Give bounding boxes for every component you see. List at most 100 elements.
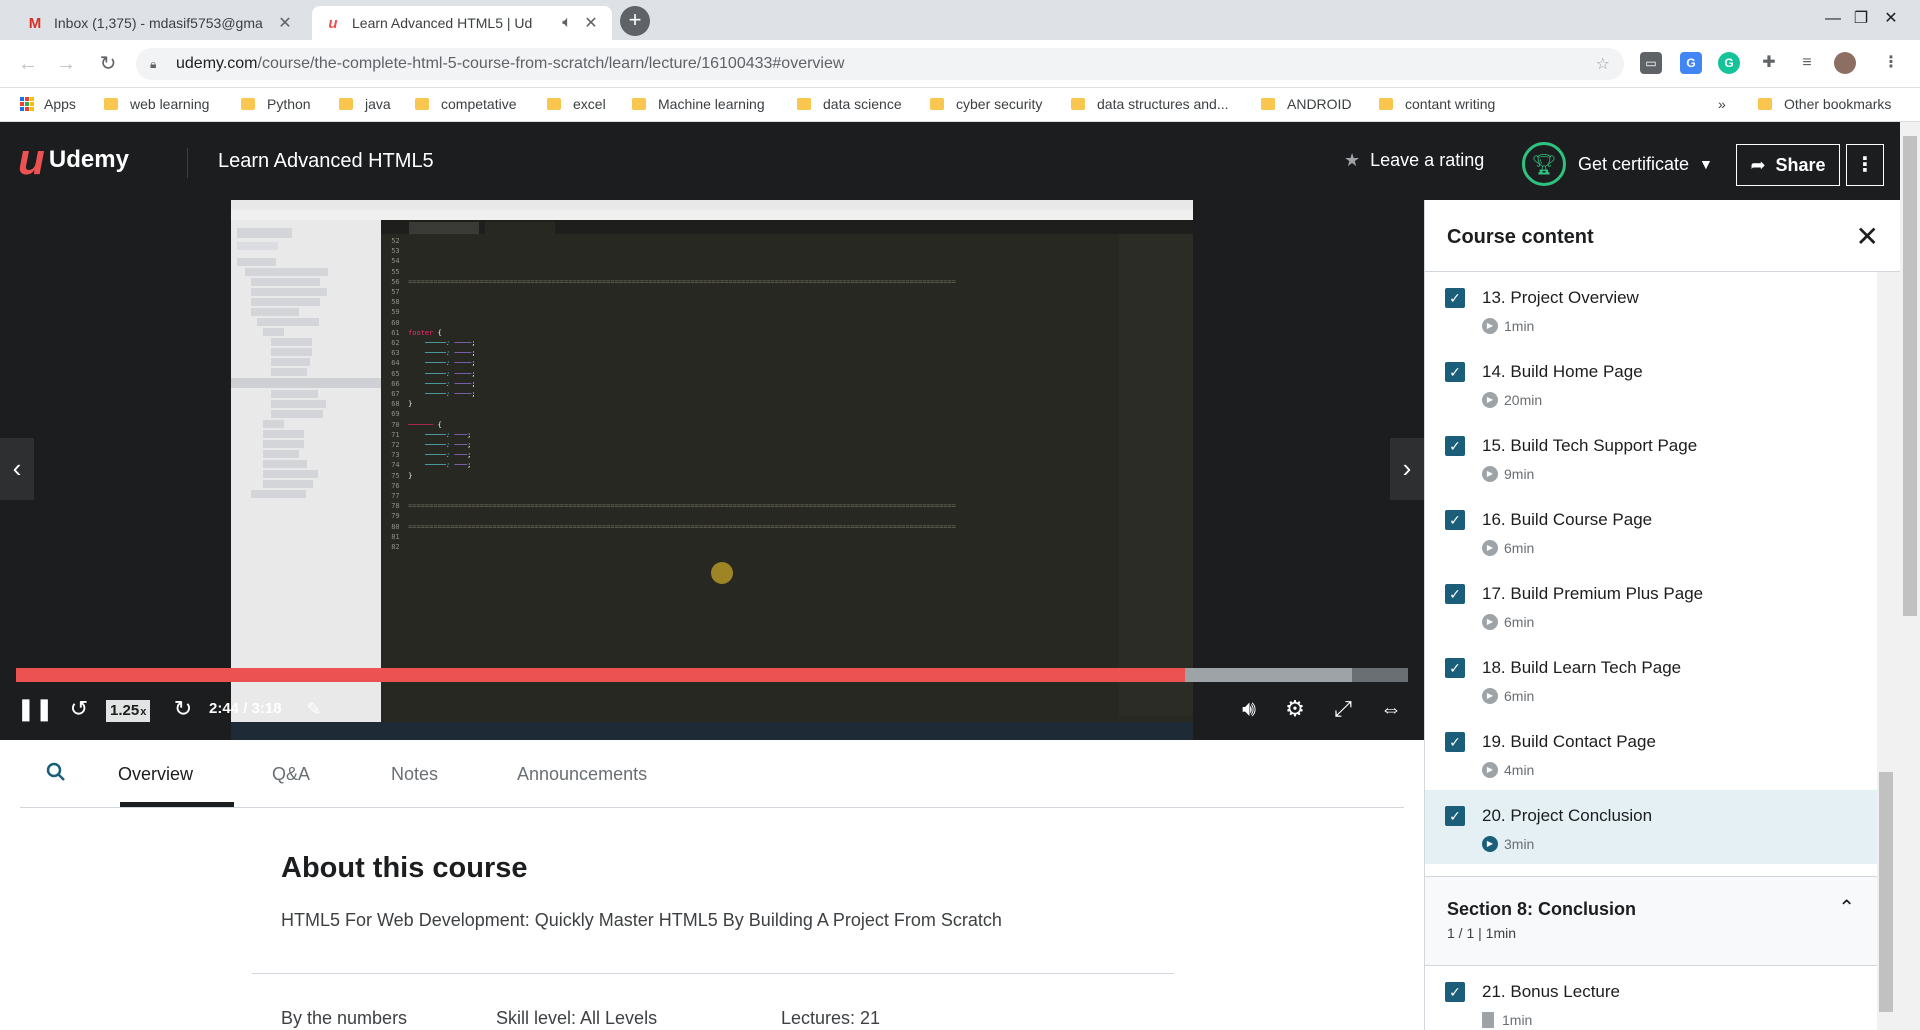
- course-title[interactable]: Learn Advanced HTML5: [218, 150, 434, 173]
- udemy-logo[interactable]: u Udemy: [18, 135, 129, 184]
- tab-announcements[interactable]: Announcements: [517, 764, 647, 785]
- bookmark-other[interactable]: Other bookmarks: [1758, 96, 1891, 112]
- duration-text: 1min: [1504, 318, 1535, 334]
- cast-icon[interactable]: ▭: [1640, 52, 1662, 74]
- sidebar-scrollbar[interactable]: [1877, 272, 1901, 1030]
- scrollbar-thumb[interactable]: [1879, 772, 1893, 1012]
- grammarly-icon[interactable]: G: [1718, 52, 1740, 74]
- speaker-icon[interactable]: 🔈︎: [558, 14, 576, 32]
- bookmark-folder[interactable]: ANDROID: [1261, 96, 1352, 112]
- volume-icon[interactable]: 🔊︎: [1232, 692, 1266, 726]
- duration-text: 20min: [1504, 392, 1543, 408]
- lecture-item[interactable]: ✓ 14. Build Home Page ▶ 20min: [1425, 346, 1877, 420]
- reload-icon[interactable]: ↻: [94, 50, 122, 78]
- address-bar[interactable]: 🔒︎ udemy.com /course/the-complete-html-5…: [136, 48, 1624, 80]
- browser-toolbar: ← → ↻ 🔒︎ udemy.com /course/the-complete-…: [0, 40, 1920, 88]
- fullscreen-icon[interactable]: ⤢: [1326, 692, 1360, 726]
- bookmark-folder[interactable]: data science: [797, 96, 902, 112]
- lecture-item[interactable]: ✓ 20. Project Conclusion ▶ 3min: [1425, 790, 1877, 864]
- lecture-checkbox[interactable]: ✓: [1445, 510, 1465, 530]
- lecture-item[interactable]: ✓ 21. Bonus Lecture 1min: [1425, 966, 1877, 1030]
- active-tab-indicator: [120, 802, 234, 807]
- tab-notes[interactable]: Notes: [391, 764, 438, 785]
- lecture-checkbox[interactable]: ✓: [1445, 982, 1465, 1002]
- next-lecture-button[interactable]: ›: [1390, 438, 1424, 500]
- bookmark-folder[interactable]: cyber security: [930, 96, 1042, 112]
- lecture-item[interactable]: ✓ 17. Build Premium Plus Page ▶ 6min: [1425, 568, 1877, 642]
- pause-icon[interactable]: ❚❚: [17, 692, 54, 726]
- page-scrollbar[interactable]: [1900, 122, 1920, 1030]
- lecture-checkbox[interactable]: ✓: [1445, 732, 1465, 752]
- profile-avatar[interactable]: [1834, 52, 1856, 74]
- bookmark-folder[interactable]: data structures and...: [1071, 96, 1229, 112]
- video-player[interactable]: 52 53 54 55 56 =========================…: [0, 200, 1424, 740]
- new-tab-button[interactable]: +: [620, 6, 650, 36]
- bookmark-folder[interactable]: Machine learning: [632, 96, 765, 112]
- reading-list-icon[interactable]: ≡: [1796, 52, 1818, 74]
- close-tab-icon[interactable]: ✕: [276, 13, 294, 33]
- video-progress-bar[interactable]: [16, 668, 1408, 682]
- share-button[interactable]: ➦ Share: [1736, 144, 1840, 186]
- bookmark-folder[interactable]: excel: [547, 96, 606, 112]
- leave-rating-button[interactable]: ★ Leave a rating: [1344, 150, 1484, 171]
- section-header[interactable]: Section 8: Conclusion 1 / 1 | 1min ⌃: [1425, 876, 1877, 966]
- bookmark-folder[interactable]: Python: [241, 96, 311, 112]
- stat-by-numbers: By the numbers: [281, 1008, 408, 1028]
- close-tab-icon[interactable]: ✕: [582, 13, 600, 33]
- scrollbar-thumb[interactable]: [1903, 136, 1917, 616]
- lecture-checkbox[interactable]: ✓: [1445, 436, 1465, 456]
- settings-icon[interactable]: ⚙: [1278, 692, 1312, 726]
- udemy-logo-icon: u: [18, 135, 45, 184]
- extensions-icon[interactable]: ✚: [1758, 52, 1780, 74]
- close-window-icon[interactable]: ✕: [1862, 0, 1920, 38]
- bookmarks-overflow-icon[interactable]: »: [1718, 96, 1726, 112]
- video-timecode: 2:44 / 3:18: [209, 700, 282, 717]
- chevron-up-icon[interactable]: ⌃: [1838, 895, 1855, 920]
- bookmark-folder[interactable]: java: [339, 96, 391, 112]
- bookmark-folder[interactable]: competative: [415, 96, 516, 112]
- lecture-checkbox[interactable]: ✓: [1445, 362, 1465, 382]
- search-icon[interactable]: [46, 762, 66, 782]
- browser-tab-bar: M Inbox (1,375) - mdasif5753@gma ✕ u Lea…: [0, 0, 1920, 40]
- translate-icon[interactable]: G: [1680, 52, 1702, 74]
- video-editor-titlebar: [231, 200, 1193, 210]
- bookmark-folder[interactable]: web learning: [104, 96, 209, 112]
- get-certificate-button[interactable]: 🏆︎ Get certificate ▼: [1522, 142, 1713, 186]
- lecture-checkbox[interactable]: ✓: [1445, 658, 1465, 678]
- bookmark-folder[interactable]: contant writing: [1379, 96, 1495, 112]
- theater-mode-icon[interactable]: ⇔: [1374, 692, 1408, 726]
- gmail-icon: M: [28, 14, 42, 32]
- lecture-item[interactable]: ✓ 18. Build Learn Tech Page ▶ 6min: [1425, 642, 1877, 716]
- bookmark-apps[interactable]: Apps: [20, 96, 76, 112]
- lecture-checkbox[interactable]: ✓: [1445, 288, 1465, 308]
- browser-tab-gmail[interactable]: M Inbox (1,375) - mdasif5753@gma ✕: [14, 6, 306, 40]
- video-code-area: 52 53 54 55 56 =========================…: [387, 237, 956, 552]
- lecture-checkbox[interactable]: ✓: [1445, 584, 1465, 604]
- forward-5-icon[interactable]: ↻: [166, 692, 200, 726]
- back-icon[interactable]: ←: [14, 50, 42, 78]
- duration-text: 6min: [1504, 540, 1535, 556]
- lecture-item[interactable]: ✓ 19. Build Contact Page ▶ 4min: [1425, 716, 1877, 790]
- lecture-item[interactable]: ✓ 16. Build Course Page ▶ 6min: [1425, 494, 1877, 568]
- bookmark-label: Other bookmarks: [1784, 96, 1892, 112]
- more-options-icon[interactable]: ⋮: [1846, 144, 1884, 186]
- tab-overview[interactable]: Overview: [118, 764, 193, 785]
- rewind-5-icon[interactable]: ↺: [62, 692, 96, 726]
- time-total: 3:18: [251, 700, 282, 717]
- lecture-item[interactable]: ✓ 15. Build Tech Support Page ▶ 9min: [1425, 420, 1877, 494]
- tab-qa[interactable]: Q&A: [272, 764, 310, 785]
- playback-speed-button[interactable]: 1.25x: [106, 700, 151, 722]
- lecture-title: 13. Project Overview: [1482, 288, 1639, 307]
- section-meta: 1 / 1 | 1min: [1447, 925, 1517, 941]
- lecture-item[interactable]: ✓ 13. Project Overview ▶ 1min: [1425, 272, 1877, 346]
- notes-icon[interactable]: ✎: [300, 692, 328, 726]
- previous-lecture-button[interactable]: ‹: [0, 438, 34, 500]
- duration-text: 6min: [1504, 614, 1535, 630]
- bookmark-star-icon[interactable]: ☆: [1596, 54, 1610, 74]
- play-circle-icon: ▶: [1482, 614, 1498, 630]
- lecture-checkbox[interactable]: ✓: [1445, 806, 1465, 826]
- menu-icon[interactable]: ⋮: [1880, 52, 1902, 74]
- close-icon[interactable]: ✕: [1856, 220, 1879, 253]
- forward-icon[interactable]: →: [52, 50, 80, 78]
- browser-tab-udemy[interactable]: u Learn Advanced HTML5 | Ud 🔈︎ ✕: [312, 6, 612, 40]
